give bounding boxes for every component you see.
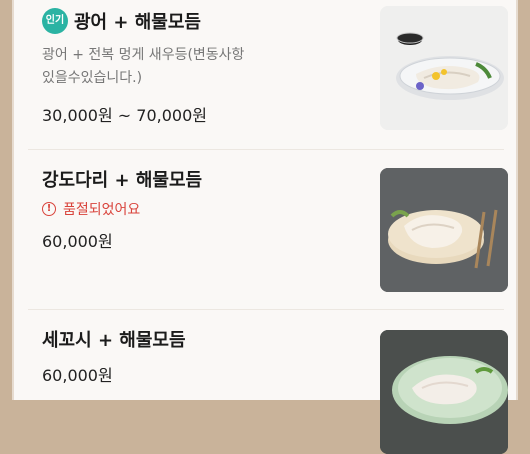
menu-list: 인기 광어 + 해물모듬 광어 + 전복 멍게 새우등(변동사항 있을수있습니다… — [12, 0, 518, 454]
name-row: 강도다리 + 해물모듬 — [42, 168, 352, 191]
menu-item[interactable]: 인기 광어 + 해물모듬 광어 + 전복 멍게 새우등(변동사항 있을수있습니다… — [28, 0, 508, 150]
name-row: 세꼬시 + 해물모듬 — [42, 328, 352, 351]
menu-item-price: 30,000원 ~ 70,000원 — [42, 106, 207, 125]
menu-item[interactable]: 강도다리 + 해물모듬 ! 품절되었어요 60,000원 — [28, 150, 508, 310]
fish-platter-photo — [380, 330, 508, 454]
soldout-status: ! 품절되었어요 — [42, 199, 352, 219]
menu-item-name: 강도다리 + 해물모듬 — [42, 170, 203, 191]
name-row: 인기 광어 + 해물모듬 — [42, 8, 352, 34]
menu-item-name: 세꼬시 + 해물모듬 — [42, 330, 186, 351]
menu-item-image[interactable] — [380, 168, 508, 292]
menu-item-info: 강도다리 + 해물모듬 ! 품절되었어요 60,000원 — [42, 168, 352, 252]
description-line: 있을수있습니다.) — [42, 70, 143, 86]
menu-item-info: 세꼬시 + 해물모듬 60,000원 — [42, 328, 352, 386]
warning-circle-icon: ! — [42, 202, 56, 216]
description-line: 광어 + 전복 멍게 새우등(변동사항 — [42, 47, 245, 63]
menu-item[interactable]: 세꼬시 + 해물모듬 60,000원 — [28, 310, 508, 454]
menu-item-image[interactable] — [380, 330, 508, 454]
menu-item-price: 60,000원 — [42, 366, 113, 385]
fish-platter-photo — [380, 6, 508, 130]
menu-item-image[interactable] — [380, 6, 508, 130]
soldout-label: 품절되었어요 — [63, 202, 141, 218]
menu-item-description: 광어 + 전복 멍게 새우등(변동사항 있을수있습니다.) — [42, 44, 352, 90]
popular-badge: 인기 — [42, 8, 68, 34]
menu-item-price: 60,000원 — [42, 232, 113, 251]
fish-platter-photo — [380, 168, 508, 292]
menu-item-name: 광어 + 해물모듬 — [74, 12, 201, 33]
menu-item-info: 인기 광어 + 해물모듬 광어 + 전복 멍게 새우등(변동사항 있을수있습니다… — [42, 8, 352, 126]
